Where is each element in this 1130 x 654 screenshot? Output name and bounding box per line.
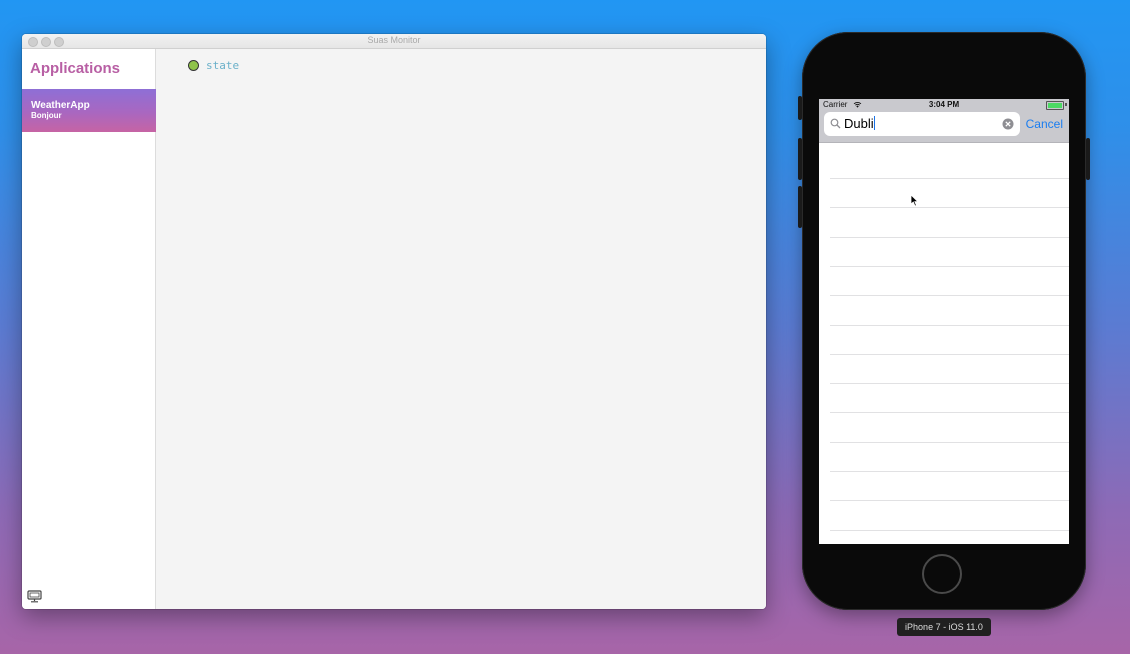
table-row-separator <box>830 529 1069 531</box>
power-button <box>1086 138 1090 180</box>
table-row-separator <box>830 265 1069 267</box>
search-bar: Dubli Cancel <box>819 111 1069 143</box>
search-icon <box>830 118 841 129</box>
monitor-icon[interactable] <box>27 590 42 603</box>
table-row-separator <box>830 441 1069 443</box>
status-time: 3:04 PM <box>928 100 960 109</box>
state-node-label[interactable]: state <box>206 59 239 72</box>
table-row-separator <box>830 353 1069 355</box>
clear-icon[interactable] <box>1002 118 1014 130</box>
text-caret <box>873 116 876 130</box>
sidebar-heading: Applications <box>30 60 121 77</box>
title-bar[interactable]: Suas Monitor <box>22 34 766 49</box>
iphone-simulator: Carrier 3:04 PM Dubli Cancel <box>798 32 1090 610</box>
window-title: Suas Monitor <box>367 35 421 45</box>
mute-switch <box>798 96 802 120</box>
table-row-separator <box>830 500 1069 502</box>
app-name: WeatherApp <box>31 100 90 111</box>
table-row-separator <box>830 236 1069 238</box>
status-bar: Carrier 3:04 PM <box>819 99 1069 111</box>
sidebar: Applications WeatherApp Bonjour <box>22 49 156 609</box>
table-row-separator <box>830 295 1069 297</box>
state-tree-panel: state <box>156 49 766 609</box>
app-subtitle: Bonjour <box>31 111 62 120</box>
search-input[interactable]: Dubli <box>824 112 1020 136</box>
search-input-value[interactable]: Dubli <box>844 116 876 131</box>
volume-down-button <box>798 186 802 228</box>
home-button[interactable] <box>922 554 962 594</box>
volume-up-button <box>798 138 802 180</box>
suas-monitor-window: Suas Monitor Applications WeatherApp Bon… <box>22 34 766 609</box>
phone-screen: Carrier 3:04 PM Dubli Cancel <box>819 99 1069 544</box>
sidebar-item-weatherapp[interactable]: WeatherApp Bonjour <box>22 89 156 132</box>
mouse-cursor-icon <box>910 194 919 207</box>
battery-icon <box>1046 101 1064 110</box>
table-row-separator <box>830 412 1069 414</box>
table-row-separator <box>830 178 1069 179</box>
state-node-dot[interactable] <box>188 60 199 71</box>
cancel-button[interactable]: Cancel <box>1026 117 1063 131</box>
simulator-device-label: iPhone 7 - iOS 11.0 <box>897 618 991 636</box>
table-row-separator <box>830 207 1069 209</box>
table-row-separator <box>830 324 1069 326</box>
results-table[interactable] <box>819 142 1069 544</box>
table-row-separator <box>830 471 1069 472</box>
table-row-separator <box>830 383 1069 385</box>
battery-cap <box>1065 103 1067 106</box>
